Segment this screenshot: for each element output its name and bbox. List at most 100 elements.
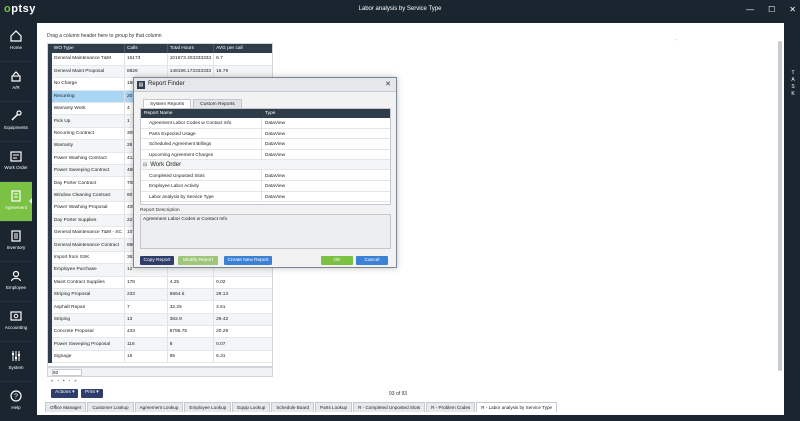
sidebar-item-label: Inventory <box>6 245 26 250</box>
table-cell: 4.61 <box>213 300 272 314</box>
sidebar-item-home[interactable]: Home <box>0 22 32 62</box>
tab-custom-reports[interactable]: Custom Reports <box>193 99 242 108</box>
table-cell: 8786.75 <box>167 325 215 339</box>
collapse-icon[interactable]: ⊟ <box>143 162 147 168</box>
column-header[interactable]: WO Type <box>51 44 125 53</box>
table-cell: Striping Proposal <box>51 288 125 302</box>
print-button[interactable]: Print ▾ <box>81 389 103 398</box>
vertical-scrollbar[interactable] <box>777 31 783 381</box>
report-name: Scheduled Agreement Billings <box>141 139 262 149</box>
column-header[interactable]: Calls <box>124 44 168 53</box>
report-name: Completed Unposted Slots <box>141 170 262 180</box>
pager-button[interactable]: » <box>74 378 77 383</box>
report-row[interactable]: Upcoming Agreement Charges DataView <box>141 149 390 161</box>
table-cell: Maint Contract Supplies <box>51 276 125 289</box>
tab-employee-lookup[interactable]: Employee Lookup <box>184 402 232 412</box>
report-finder-icon: ▤ <box>137 81 145 89</box>
report-row[interactable]: Employee Labor Activity DataView <box>141 180 390 192</box>
group-by-hint: Drag a column header here to group by th… <box>47 33 162 39</box>
table-cell: 29.42 <box>213 313 272 327</box>
report-row[interactable]: Parts Expected Usage DataView <box>141 128 390 140</box>
tab-r-problem-codes[interactable]: R - Problem Codes <box>426 402 476 412</box>
table-cell: 6.7 <box>213 53 272 66</box>
minimize-button[interactable]: — <box>746 5 754 14</box>
sidebar-item-help[interactable]: ? Help <box>0 382 32 421</box>
table-cell: Power Washing Proposal <box>51 201 125 215</box>
ok-button[interactable]: OK <box>321 256 353 265</box>
table-row[interactable]: Signage 15 95 6.31 <box>48 350 272 364</box>
title-bar: optsy Labor analysis by Service Type — ☐… <box>0 0 800 22</box>
report-row[interactable]: Labor analysis by Service Type DataView <box>141 191 390 203</box>
report-row[interactable]: Agreement Labor Codes w Contact Info Data… <box>141 118 390 129</box>
tab-parts-lookup[interactable]: Parts Lookup <box>315 402 353 412</box>
column-header[interactable]: Total Hours <box>167 44 215 53</box>
maximize-button[interactable]: ☐ <box>768 5 775 14</box>
actions-button[interactable]: Actions ▾ <box>51 389 79 398</box>
pager-button[interactable]: • <box>63 378 65 383</box>
tab-r-labor-analysis-by-service-type[interactable]: R - Labor analysis by Service Type <box>476 402 558 412</box>
task-panel[interactable]: TASK <box>786 22 800 421</box>
table-row[interactable]: Asphalt Repair 7 32.25 4.61 <box>48 300 272 314</box>
table-row[interactable]: General Maintenance T&M 15173 101673.40333… <box>48 53 272 66</box>
table-cell: Striping <box>51 313 125 327</box>
table-row[interactable]: Striping 13 382.9 29.42 <box>48 313 272 327</box>
tab-r-completed-unposted-slots[interactable]: R - Completed Unposted Slots <box>353 402 426 412</box>
report-list-header: Report Name Type <box>141 109 390 118</box>
home-icon <box>9 29 23 43</box>
help-icon: ? <box>9 389 23 403</box>
table-cell: Recurring Contract <box>51 127 125 141</box>
filter-input[interactable] <box>52 369 82 376</box>
create-new-report-button[interactable]: Create New Report <box>224 256 272 265</box>
table-cell: Power Washing Contract <box>51 152 125 166</box>
table-cell: General Maintenance Contract <box>51 238 125 252</box>
pager: « ‹ • ›» <box>51 378 77 383</box>
work-order-group[interactable]: ⊟ Work Order <box>141 160 390 171</box>
scroll-thumb[interactable] <box>778 41 782 371</box>
pager-button[interactable]: « <box>51 378 54 383</box>
tab-agreement-lookup[interactable]: Agreement Lookup <box>134 402 184 412</box>
report-type: DataView <box>265 193 285 199</box>
table-cell: Employee Purchase <box>51 263 125 277</box>
task-label: TASK <box>791 70 795 97</box>
sidebar-item-system[interactable]: System <box>0 342 32 382</box>
type-column-header[interactable]: Type <box>262 109 278 118</box>
dialog-close-button[interactable]: ✕ <box>385 80 391 88</box>
tab-office-manager[interactable]: Office Manager <box>45 402 87 412</box>
close-tab-button[interactable]: ✕ <box>776 403 782 411</box>
cancel-button[interactable]: Cancel <box>356 256 388 265</box>
table-row[interactable]: Maint Contract Supplies 178 4.25 0.02 <box>48 276 272 289</box>
sidebar-item-accounting[interactable]: Accounting <box>0 302 32 342</box>
sidebar-item-work-order[interactable]: Work Order <box>0 142 32 182</box>
tab-schedule-board[interactable]: Schedule Board <box>271 402 315 412</box>
report-name: Upcoming Agreement Charges <box>141 149 262 160</box>
report-tabs: System Reports Custom Reports <box>143 99 244 108</box>
table-cell: 0.07 <box>213 337 272 351</box>
table-row[interactable]: Concrete Proposal 433 8786.75 20.29 <box>48 325 272 339</box>
tab-system-reports[interactable]: System Reports <box>143 99 192 108</box>
table-cell: 13 <box>124 313 168 327</box>
table-cell: Day Porter Supplies <box>51 214 125 227</box>
report-name-column-header[interactable]: Report Name <box>141 109 262 118</box>
pager-button[interactable]: ‹ <box>58 378 60 383</box>
table-cell: General Maintenance T&M - SC <box>51 226 125 240</box>
sidebar-item-employee[interactable]: Employee <box>0 262 32 302</box>
sidebar-item-inventory[interactable]: Inventory <box>0 222 32 262</box>
report-type: DataView <box>265 152 285 158</box>
tab-equip-lookup[interactable]: Equip Lookup <box>232 402 271 412</box>
table-cell: Concrete Proposal <box>51 325 125 339</box>
report-row[interactable]: Completed Unposted Slots DataView <box>141 170 390 181</box>
table-row[interactable]: Power Sweeping Proposal 116 8 0.07 <box>48 337 272 351</box>
table-cell: 15 <box>124 350 168 364</box>
sidebar-item-agreement[interactable]: Agreement <box>0 182 32 222</box>
table-row[interactable]: General Maint Proposal 8826 148196.1733333… <box>48 65 272 79</box>
column-header[interactable]: AVG per call <box>213 44 272 53</box>
sidebar-item-a-r[interactable]: A/R <box>0 62 32 102</box>
pager-button[interactable]: › <box>69 378 71 383</box>
report-row[interactable]: Scheduled Agreement Billings DataView <box>141 139 390 150</box>
copy-report-button[interactable]: Copy Report <box>140 256 174 265</box>
close-window-button[interactable]: ✕ <box>789 5 796 14</box>
table-row[interactable]: Striping Proposal 233 6864.6 29.13 <box>48 288 272 302</box>
sidebar-item-equipments[interactable]: Equipments <box>0 102 32 142</box>
tab-customer-lookup[interactable]: Customer Lookup <box>87 402 134 412</box>
modify-report-button[interactable]: Modify Report <box>178 256 218 265</box>
